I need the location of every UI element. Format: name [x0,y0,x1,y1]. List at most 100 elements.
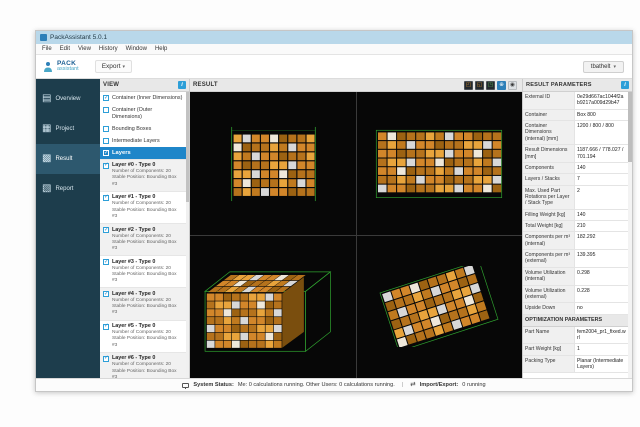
result-panel-header: RESULT ◰ ◱ ◳ ⊕ ◉ [190,79,522,92]
sidebar-item-label: Overview [55,96,80,102]
view-front-icon[interactable]: ◱ [475,81,484,90]
view-panel-header: VIEW i [100,79,189,92]
checkbox-icon[interactable] [103,324,109,330]
import-export-label: Import/Export: [420,382,459,388]
menubar: File Edit View History Window Help [36,44,632,55]
param-row-part-weight: Part Weight [kg] 1 [523,344,628,355]
sidebar-item-label: Result [55,156,72,162]
sidebar-item-result[interactable]: ▩ Result [36,144,100,174]
layer-item-1[interactable]: Layer #1 - Type 0 Number of Components: … [100,191,186,223]
checkbox-icon[interactable] [103,107,109,113]
user-label: tbathelt [591,64,611,70]
param-row-components: Components 140 [523,163,628,174]
toolbar: PACK assistant Export ▾ tbathelt ▾ [36,55,632,79]
sidebar-item-report[interactable]: ▧ Report [36,174,100,204]
param-row-total-weight: Total Weight [kg] 210 [523,221,628,232]
viewport-quadrant-perspective[interactable] [190,235,356,378]
app-icon [40,34,47,41]
sidebar-item-overview[interactable]: ▤ Overview [36,84,100,114]
status-bar: System Status: Me: 0 calculations runnin… [36,378,632,391]
project-icon: ▦ [42,124,51,134]
view-panel: VIEW i Container (Inner Dimensions) Cont… [100,79,190,378]
system-status-text: Me: 0 calculations running. Other Users:… [238,382,395,388]
report-icon: ▧ [42,184,51,194]
checkbox-icon[interactable] [103,138,109,144]
checkbox-icon[interactable] [103,150,109,156]
checkbox-icon[interactable] [103,195,109,201]
checkbox-icon[interactable] [103,163,109,169]
view-top-icon[interactable]: ◳ [486,81,495,90]
menu-window[interactable]: Window [126,46,147,52]
result-icon: ▩ [42,154,51,164]
layers-group-row[interactable]: Layers [100,147,186,159]
chevron-down-icon: ▾ [613,64,616,70]
render-perspective-view [198,256,348,357]
overview-icon: ▤ [42,94,51,104]
viewport-toolbar: ◰ ◱ ◳ ⊕ ◉ [464,81,517,90]
layer-item-6[interactable]: Layer #6 - Type 0 Number of Components: … [100,352,186,378]
param-row-result-dimensions: Result Dimensions [mm] 1187.666 / 778.02… [523,145,628,163]
checkbox-icon[interactable] [103,356,109,362]
user-menu[interactable]: tbathelt ▾ [583,61,624,73]
option-container-inner[interactable]: Container (Inner Dimensions) [100,92,186,104]
params-table: External ID 0e29d667ac1044f2ab9217a009d2… [523,92,632,378]
menu-file[interactable]: File [42,46,52,52]
app-window: PackAssistant 5.0.1 File Edit View Histo… [35,30,633,392]
checkbox-icon[interactable] [103,95,109,101]
checkbox-icon[interactable] [103,227,109,233]
main-area: ▤ Overview ▦ Project ▩ Result ▧ Report V… [36,79,632,378]
param-row-volume-utilization-internal: Volume Utilization (internal) 0.298 [523,268,628,286]
param-row-external-id: External ID 0e29d667ac1044f2ab9217a009d2… [523,92,628,110]
logo-icon [42,61,54,73]
menu-help[interactable]: Help [155,46,167,52]
result-panel-title: RESULT [193,82,218,88]
menu-edit[interactable]: Edit [60,46,70,52]
sidebar-item-label: Report [55,186,73,192]
view-panel-title: VIEW [103,82,119,88]
param-row-volume-utilization-external: Volume Utilization (external) 0.228 [523,286,628,304]
sidebar-item-project[interactable]: ▦ Project [36,114,100,144]
layer-item-3[interactable]: Layer #3 - Type 0 Number of Components: … [100,255,186,287]
param-row-max-rotations: Max. Used Part Rotations per Layer / Sta… [523,186,628,210]
view-panel-scrollbar-thumb[interactable] [186,92,189,202]
param-row-part-name: Part Name fem2004_pr1_fixed.wrl [523,327,628,345]
layer-item-0[interactable]: Layer #0 - Type 0 Number of Components: … [100,159,186,191]
params-panel-title: RESULT PARAMETERS [526,82,592,88]
layer-item-4[interactable]: Layer #4 - Type 0 Number of Components: … [100,287,186,319]
fit-view-icon[interactable]: ◉ [508,81,517,90]
viewport-quadrant-side[interactable] [356,92,522,235]
param-row-upside-down: Upside Down no [523,303,628,314]
checkbox-icon[interactable] [103,291,109,297]
param-row-layers-stacks: Layers / Stacks 7 [523,174,628,185]
sidebar: ▤ Overview ▦ Project ▩ Result ▧ Report [36,79,100,378]
result-parameters-panel: RESULT PARAMETERS i External ID 0e29d667… [522,79,632,378]
export-button[interactable]: Export ▾ [95,60,132,73]
view-options-list: Container (Inner Dimensions) Container (… [100,92,189,378]
app-logo: PACK assistant [42,61,79,73]
menu-history[interactable]: History [99,46,118,52]
layer-item-2[interactable]: Layer #2 - Type 0 Number of Components: … [100,223,186,255]
window-title: PackAssistant 5.0.1 [50,34,107,41]
param-row-components-m3-internal: Components per m³ (internal) 182.292 [523,232,628,250]
option-container-outer[interactable]: Container (Outer Dimensions) [100,104,186,123]
viewport-quadrant-top[interactable] [356,235,522,378]
logo-subtext: assistant [57,67,79,73]
info-icon[interactable]: i [621,81,629,89]
render-side-view [375,129,503,199]
param-row-components-m3-external: Components per m³ (external) 139.395 [523,250,628,268]
param-row-container-dimensions: Container Dimensions (internal) [mm] 120… [523,121,628,145]
param-row-packing-type: Packing Type Planar (Intermediate Layers… [523,356,628,374]
viewport-quadrant-front[interactable] [190,92,356,235]
layer-item-5[interactable]: Layer #5 - Type 0 Number of Components: … [100,320,186,352]
checkbox-icon[interactable] [103,259,109,265]
params-panel-scrollbar-thumb[interactable] [628,92,632,162]
info-icon[interactable]: i [178,81,186,89]
checkbox-icon[interactable] [103,126,109,132]
view-perspective-icon[interactable]: ◰ [464,81,473,90]
zoom-reset-icon[interactable]: ⊕ [497,81,506,90]
optimization-parameters-header: OPTIMIZATION PARAMETERS [523,315,628,327]
option-bounding-boxes[interactable]: Bounding Boxes [100,123,186,135]
viewport-3d[interactable] [190,92,522,378]
option-intermediate-layers[interactable]: Intermediate Layers [100,135,186,147]
menu-view[interactable]: View [78,46,91,52]
